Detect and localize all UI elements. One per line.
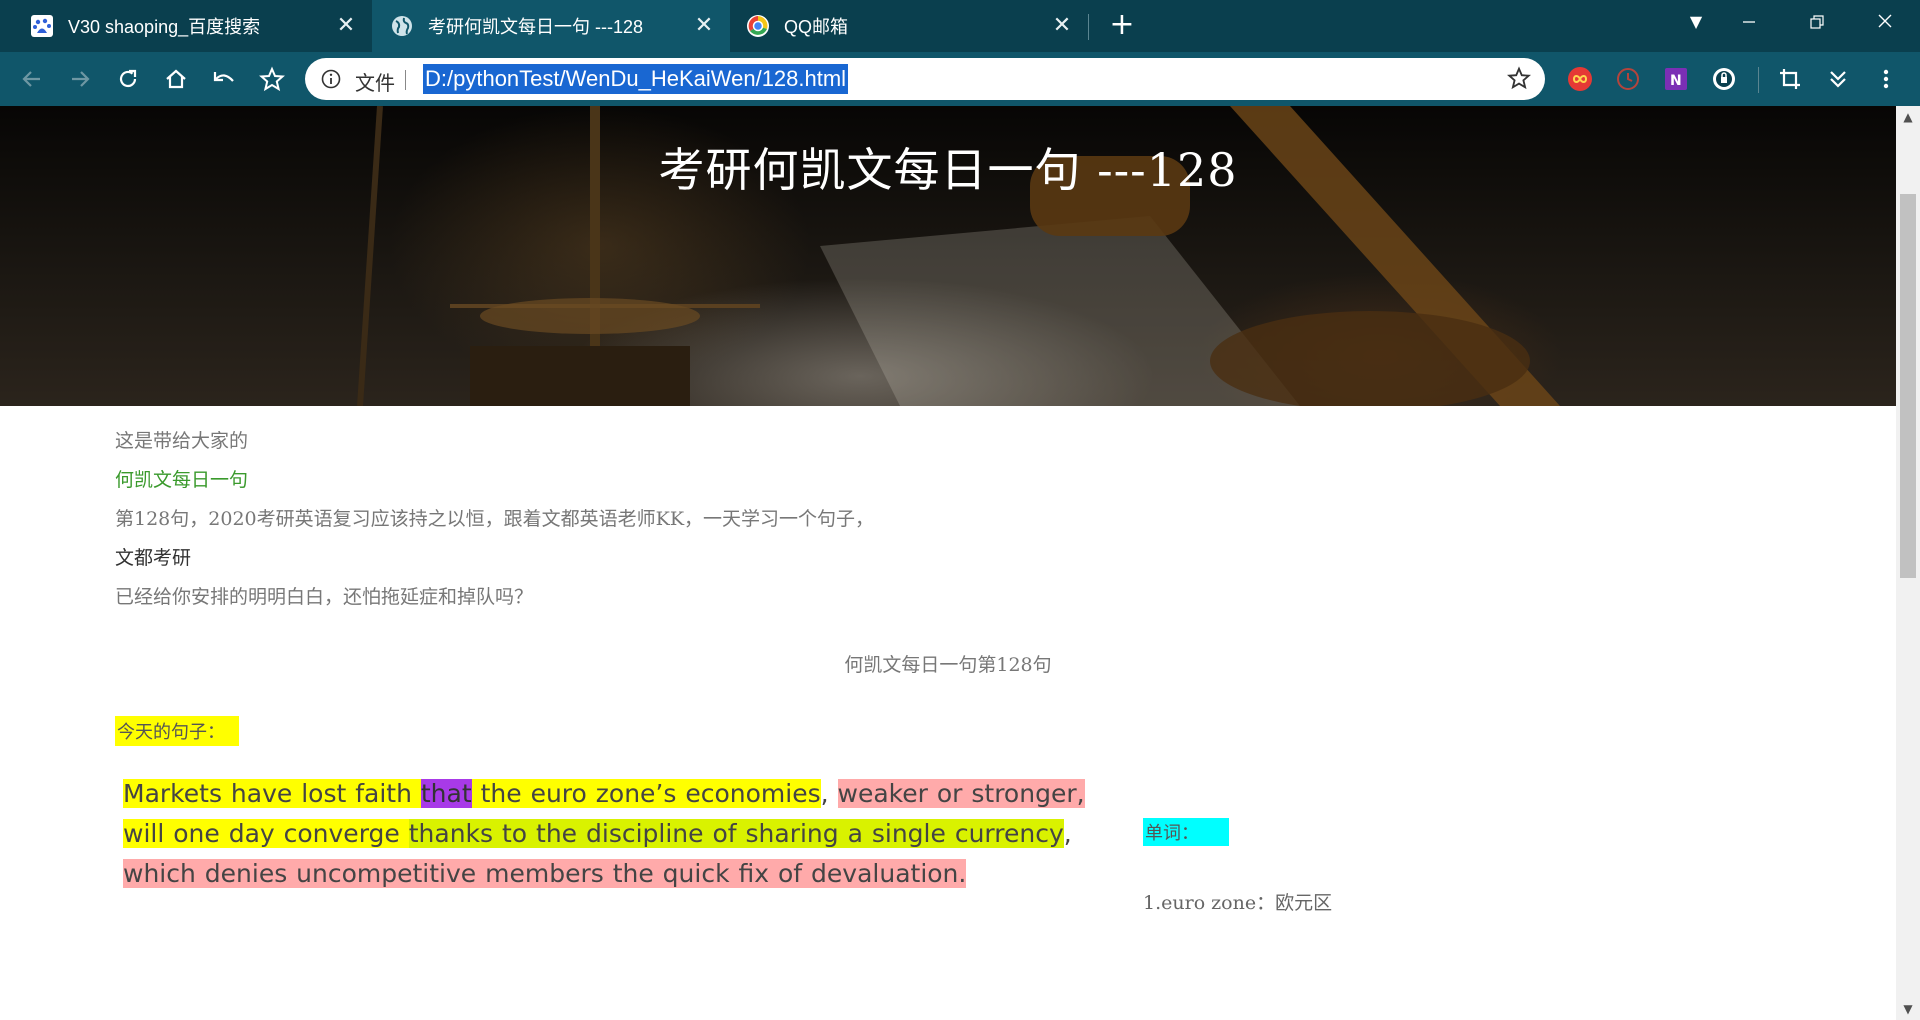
clock-icon	[1617, 68, 1639, 90]
undo-close-tab-button[interactable]	[208, 63, 240, 95]
onenote-extension-button[interactable]: N	[1660, 63, 1692, 95]
minimize-icon	[1743, 21, 1755, 23]
tab-hekaiwen[interactable]: 考研何凯文每日一句 ---128 ✕	[372, 0, 730, 52]
tab-divider	[1088, 14, 1089, 40]
restore-icon	[1810, 15, 1824, 29]
address-bar[interactable]: 文件 D:/pythonTest/WenDu_HeKaiWen/128.html	[305, 58, 1545, 100]
sentence-segment: will one day converge	[123, 819, 409, 848]
sentence-segment: that	[420, 779, 472, 808]
page-scrollbar[interactable]: ▲ ▼	[1896, 106, 1920, 1020]
scroll-up-arrow-icon[interactable]: ▲	[1896, 106, 1920, 128]
restore-button[interactable]	[1788, 0, 1846, 44]
reload-icon	[119, 69, 137, 88]
hero-banner: 考研何凯文每日一句 ---128	[0, 106, 1896, 406]
scroll-down-arrow-icon[interactable]: ▼	[1896, 998, 1920, 1020]
onenote-icon: N	[1665, 68, 1687, 90]
scheme-label: 文件	[355, 71, 395, 95]
screenshot-button[interactable]	[1774, 63, 1806, 95]
crop-icon	[1780, 69, 1800, 89]
home-icon	[166, 69, 186, 89]
daily-sentence: Markets have lost faith that the euro zo…	[123, 774, 1133, 894]
qqmail-icon	[746, 14, 770, 38]
intro-line: 已经给你安排的明明白白，还怕拖延症和掉队吗？	[115, 586, 534, 608]
arrow-right-icon	[72, 71, 90, 87]
tab-search-dropdown[interactable]: ▼	[1667, 0, 1725, 44]
sentence-segment: ,	[820, 779, 838, 808]
tab-baidu[interactable]: V30 shaoping_百度搜索 ✕	[0, 0, 372, 52]
sentence-segment: which denies uncompetitive members the q…	[123, 859, 967, 888]
url-text[interactable]: D:/pythonTest/WenDu_HeKaiWen/128.html	[423, 64, 849, 94]
tab-title: V30 shaoping_百度搜索	[68, 17, 261, 37]
new-tab-button[interactable]: +	[1106, 10, 1138, 42]
intro-line: 第128句，2020考研英语复习应该持之以恒，跟着文都英语老师KK，一天学习一个…	[115, 508, 875, 530]
info-icon[interactable]	[321, 69, 341, 93]
intro-paragraph: 这是带给大家的 何凯文每日一句 第128句，2020考研英语复习应该持之以恒，跟…	[115, 422, 874, 617]
close-icon[interactable]: ✕	[692, 14, 716, 38]
vocab-title: 单词：	[1143, 818, 1229, 846]
menu-button[interactable]	[1870, 63, 1902, 95]
close-window-button[interactable]	[1856, 0, 1914, 44]
lock-icon	[1713, 68, 1735, 90]
password-extension-button[interactable]	[1708, 63, 1740, 95]
sentence-segment: Markets have lost faith	[123, 779, 421, 808]
close-icon[interactable]: ✕	[334, 14, 358, 38]
home-button[interactable]	[160, 63, 192, 95]
vocab-item: 1.euro zone：欧元区	[1143, 892, 1333, 914]
infinity-extension-button[interactable]	[1564, 63, 1596, 95]
svg-text:N: N	[1670, 73, 1682, 89]
back-button[interactable]	[16, 63, 48, 95]
scrollbar-thumb[interactable]	[1900, 194, 1916, 578]
arrow-left-icon	[22, 71, 40, 87]
section-caption: 何凯文每日一句第128句	[844, 654, 1052, 676]
intro-line-highlight: 何凯文每日一句	[115, 469, 249, 491]
infinity-icon	[1568, 67, 1592, 91]
close-icon	[1878, 14, 1892, 28]
today-label: 今天的句子：	[115, 716, 239, 746]
forward-button[interactable]	[64, 63, 96, 95]
tab-strip: V30 shaoping_百度搜索 ✕ 考研何凯文每日一句 ---128 ✕ Q…	[0, 0, 1920, 52]
minimize-button[interactable]	[1720, 0, 1778, 44]
tab-qqmail[interactable]: QQ邮箱 ✕	[730, 0, 1088, 52]
sentence-segment: the euro zone’s economies	[471, 779, 821, 808]
star-icon	[259, 66, 285, 92]
page-title: 考研何凯文每日一句 ---128	[658, 143, 1238, 197]
double-chevron-down-icon	[1830, 71, 1846, 88]
more-vertical-icon	[1883, 69, 1889, 89]
timer-extension-button[interactable]	[1612, 63, 1644, 95]
reload-button[interactable]	[112, 63, 144, 95]
address-divider	[405, 70, 406, 90]
tab-title: QQ邮箱	[784, 17, 849, 37]
bookmark-star-icon[interactable]	[1507, 66, 1531, 94]
undo-icon	[213, 72, 234, 82]
globe-icon	[390, 14, 414, 38]
intro-line: 文都考研	[115, 547, 192, 569]
baidu-icon	[30, 14, 54, 38]
sentence-segment: ,	[1063, 819, 1072, 848]
toolbar-divider	[1758, 67, 1759, 93]
bookmarks-button[interactable]	[256, 63, 288, 95]
sentence-segment: thanks to the discipline of sharing a si…	[408, 819, 1064, 848]
downloads-button[interactable]	[1822, 63, 1854, 95]
tab-title: 考研何凯文每日一句 ---128	[428, 17, 644, 37]
browser-toolbar: 文件 D:/pythonTest/WenDu_HeKaiWen/128.html…	[0, 52, 1920, 106]
intro-line: 这是带给大家的	[115, 430, 249, 452]
sentence-segment: weaker or stronger,	[837, 779, 1085, 808]
close-icon[interactable]: ✕	[1050, 14, 1074, 38]
page-content: 考研何凯文每日一句 ---128 这是带给大家的 何凯文每日一句 第128句，2…	[0, 106, 1896, 1020]
